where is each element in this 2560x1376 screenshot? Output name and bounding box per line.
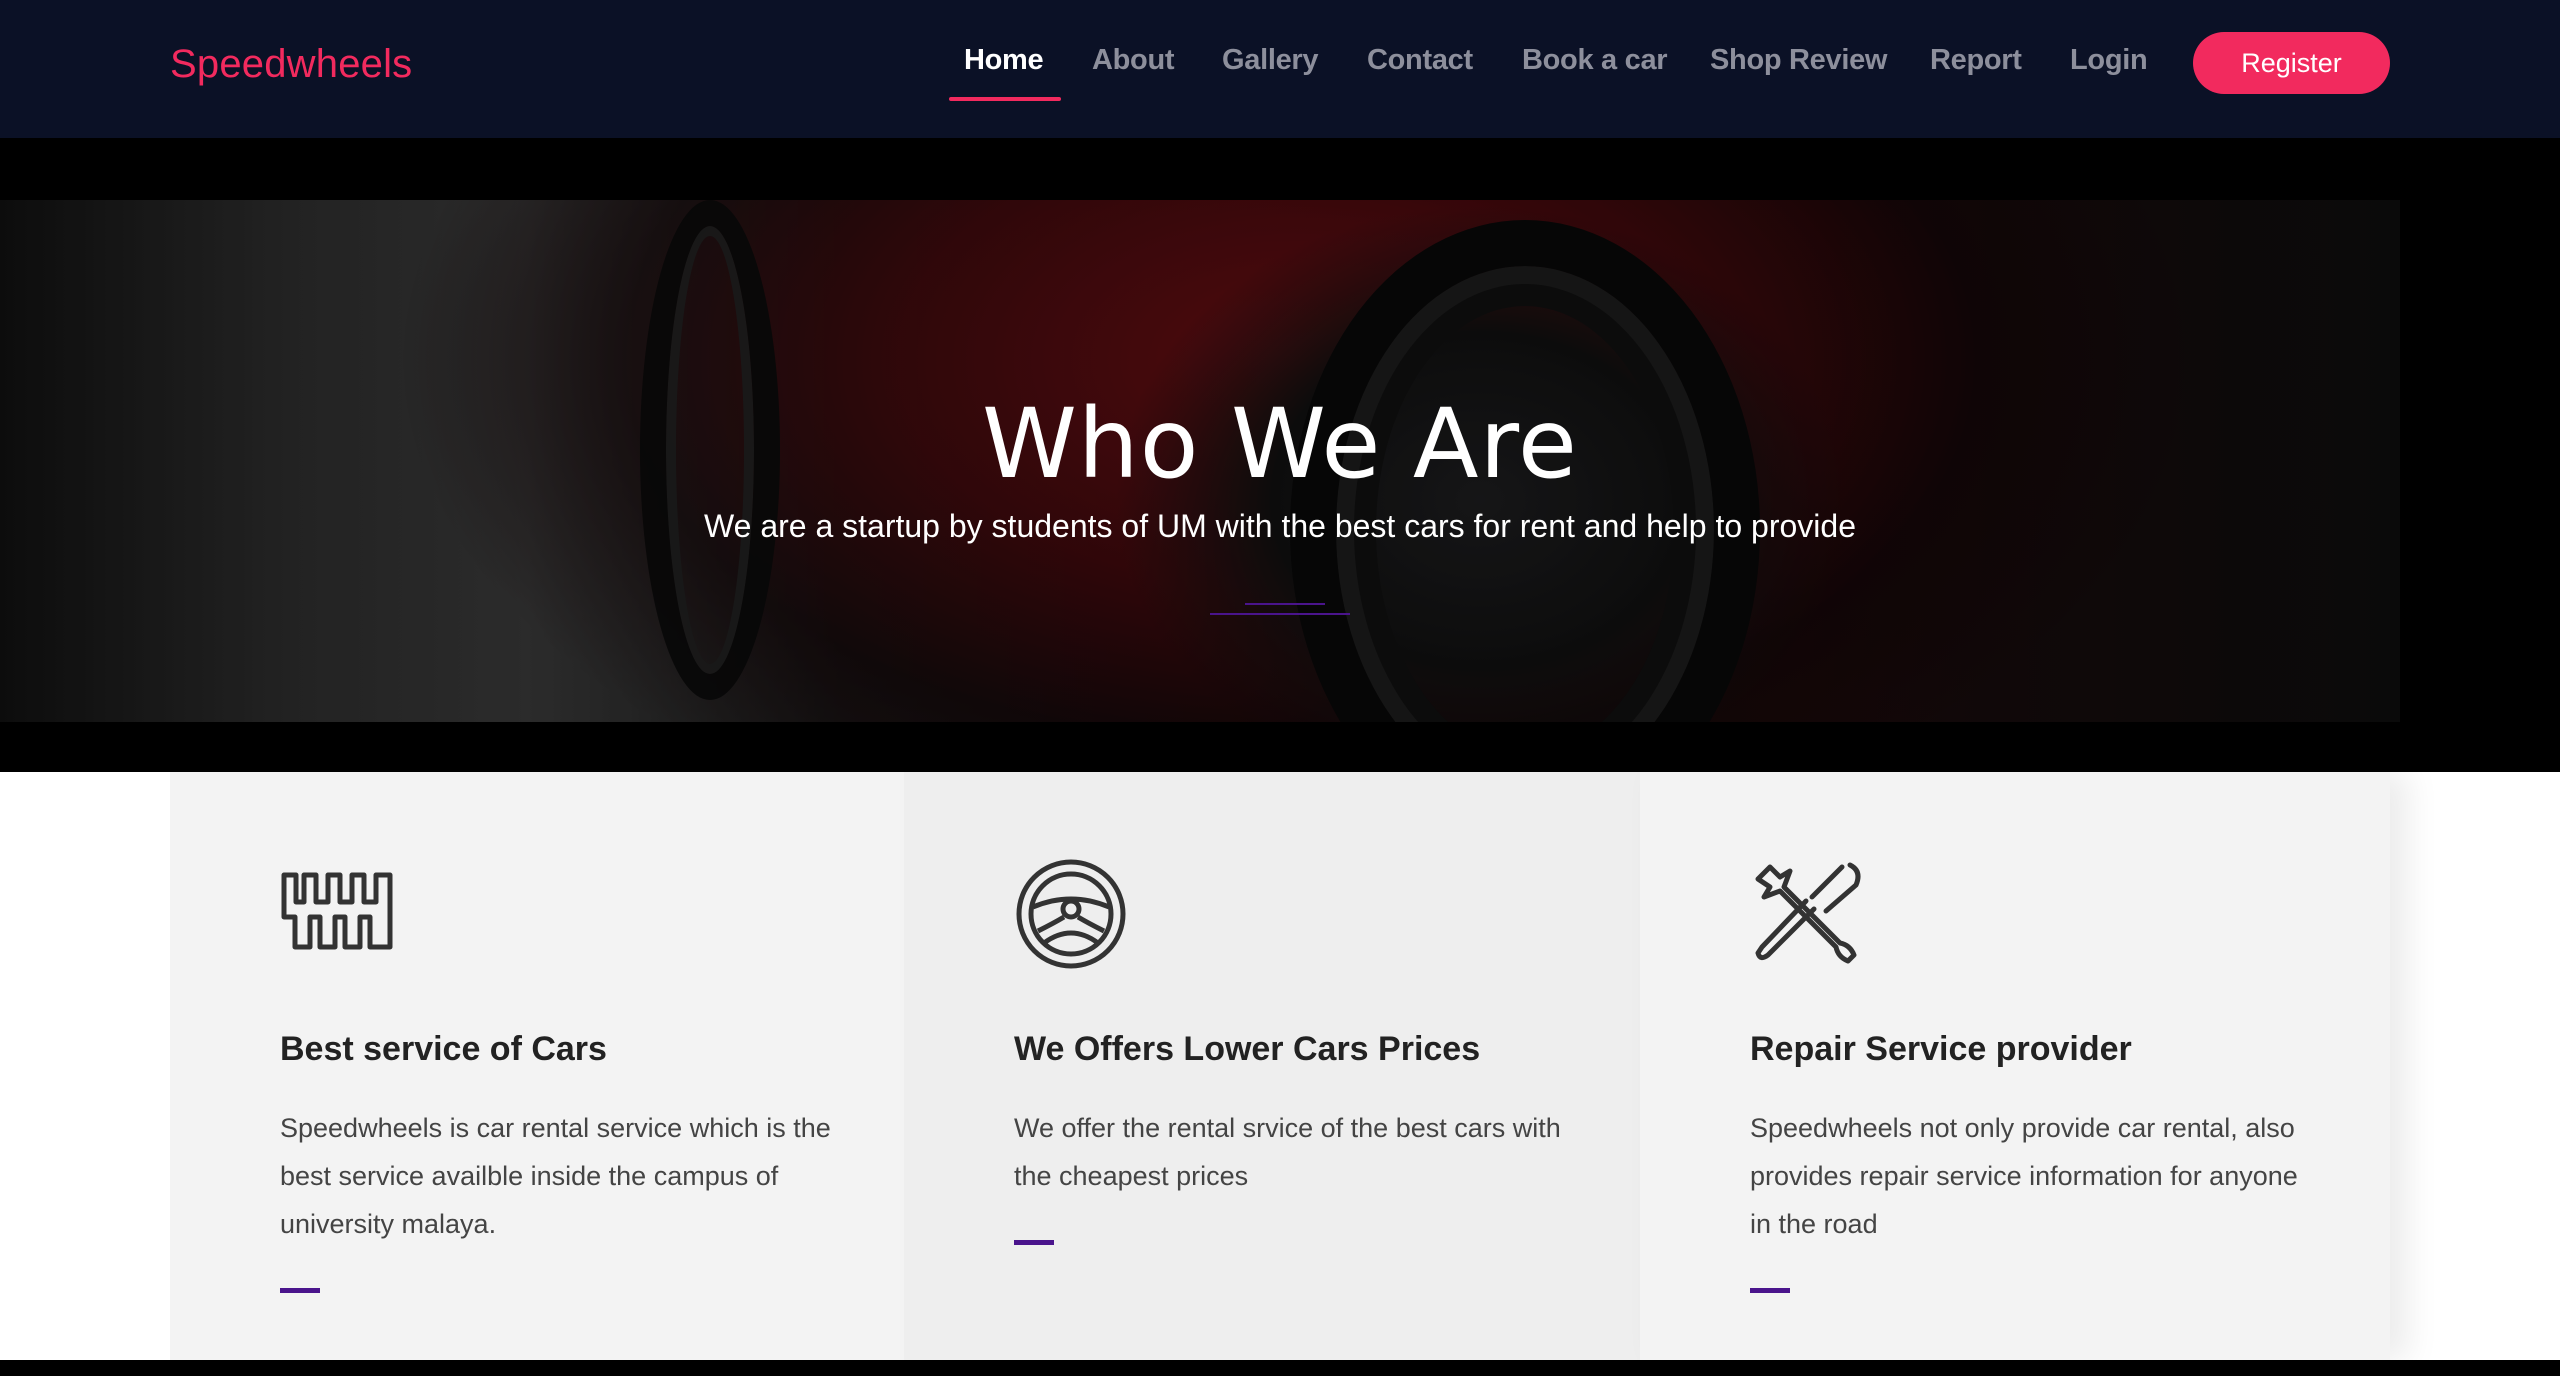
hero-subtitle: We are a startup by students of UM with … — [704, 508, 1856, 544]
brand-logo[interactable]: Speedwheels — [170, 42, 412, 87]
feature-title: Best service of Cars — [280, 1030, 607, 1068]
nav-contact[interactable]: Contact — [1367, 44, 1473, 77]
wrench-screwdriver-icon — [1755, 862, 1861, 964]
feature-accent-bar — [280, 1288, 320, 1293]
gear-shift-icon — [281, 872, 393, 950]
nav-active-underline — [949, 97, 1061, 101]
steering-wheel-icon — [1016, 859, 1126, 969]
feature-text: Speedwheels not only provide car rental,… — [1750, 1113, 2298, 1239]
feature-card-repair: Repair Service provider Speedwheels not … — [1640, 772, 2390, 1360]
navbar: Speedwheels Home About Gallery Contact B… — [0, 0, 2560, 138]
nav-gallery[interactable]: Gallery — [1222, 44, 1319, 77]
feature-text: We offer the rental srvice of the best c… — [1014, 1113, 1561, 1191]
hero-title: Who We Are — [982, 388, 1578, 500]
nav-login[interactable]: Login — [2070, 44, 2148, 77]
feature-title: Repair Service provider — [1750, 1030, 2132, 1068]
feature-accent-bar — [1014, 1240, 1054, 1245]
nav-shop-review[interactable]: Shop Review — [1710, 44, 1887, 77]
nav-home[interactable]: Home — [964, 44, 1044, 77]
hero-divider-bottom — [1210, 613, 1350, 615]
register-button[interactable]: Register — [2193, 32, 2390, 94]
feature-title: We Offers Lower Cars Prices — [1014, 1030, 1481, 1068]
feature-card-prices: We Offers Lower Cars Prices We offer the… — [904, 772, 1640, 1360]
feature-card-service: Best service of Cars Speedwheels is car … — [170, 772, 904, 1360]
nav-book-a-car[interactable]: Book a car — [1522, 44, 1668, 77]
hero-divider-top — [1245, 603, 1325, 605]
feature-text: Speedwheels is car rental service which … — [280, 1113, 831, 1239]
features-section: Best service of Cars Speedwheels is car … — [0, 772, 2560, 1360]
nav-about[interactable]: About — [1092, 44, 1175, 77]
feature-accent-bar — [1750, 1288, 1790, 1293]
bottom-strip — [0, 1360, 2560, 1376]
nav-report[interactable]: Report — [1930, 44, 2022, 77]
